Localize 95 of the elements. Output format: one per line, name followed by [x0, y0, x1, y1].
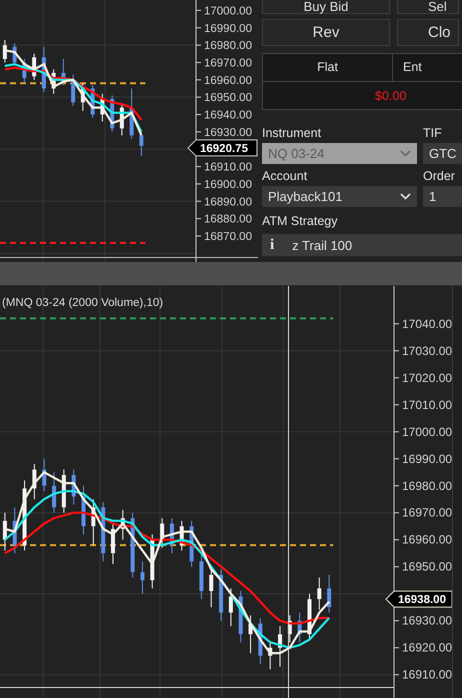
candlestick — [140, 560, 144, 594]
candlestick — [32, 53, 36, 80]
candlestick — [199, 552, 204, 600]
candlestick — [228, 588, 233, 627]
candlestick — [170, 518, 174, 554]
price-axis-label: 16960.00 — [204, 74, 252, 87]
price-axis-label: 17000.00 — [204, 5, 252, 18]
last-price-tag: 16938.00 — [385, 590, 452, 608]
candlestick — [268, 642, 272, 670]
candlestick — [22, 480, 27, 552]
candlestick — [317, 577, 322, 610]
candlestick — [62, 469, 66, 514]
price-axis-label: 17020.00 — [402, 370, 452, 385]
candlestick — [120, 104, 124, 136]
strategy-dropdown[interactable]: i z Trail 100 — [262, 234, 462, 256]
dropdown-field[interactable]: Playback101 — [262, 186, 417, 207]
price-axis-label: 16990.00 — [204, 22, 252, 35]
price-axis-label: 16910.00 — [402, 668, 452, 682]
price-axis-label: 16980.00 — [204, 40, 252, 52]
price-axis-label: 17040.00 — [402, 316, 452, 331]
price-axis-label: 16880.00 — [204, 214, 252, 226]
price-axis-label: 17000.00 — [402, 424, 452, 439]
price-axis-label: 16950.00 — [204, 92, 252, 104]
candlestick — [219, 568, 224, 622]
field-label: ATM Strategy — [262, 213, 338, 230]
price-axis-label: 16920.00 — [402, 640, 452, 655]
candlestick — [111, 523, 115, 565]
chevron-icon — [400, 193, 411, 200]
price-axis-label: 16940.00 — [204, 110, 252, 122]
candlestick — [278, 626, 282, 668]
input-field[interactable]: 1 — [423, 186, 462, 207]
candlestick — [150, 534, 154, 589]
price-axis-label: 17030.00 — [402, 344, 452, 358]
chevron-icon — [400, 150, 411, 157]
input-field[interactable]: GTC — [423, 143, 462, 164]
profit-loss-value: $0.00 — [375, 88, 406, 102]
candlestick — [90, 84, 95, 118]
candlestick — [248, 614, 253, 654]
candlestick — [120, 510, 125, 540]
candlestick — [238, 590, 243, 643]
candlestick — [101, 501, 106, 562]
candlestick — [130, 88, 134, 140]
candlestick — [80, 82, 85, 112]
candlestick — [130, 512, 135, 578]
candlestick — [42, 458, 46, 492]
price-axis-label: 16910.00 — [204, 162, 252, 174]
price-axis-label: 16980.00 — [402, 478, 452, 493]
candlestick — [2, 39, 7, 63]
price-axis-label: 16870.00 — [204, 230, 252, 243]
position-header: Flat — [263, 54, 393, 81]
candlestick — [298, 612, 302, 643]
order-button[interactable]: Buy Bid — [262, 0, 390, 14]
price-axis-label: 16930.00 — [402, 614, 452, 628]
candlestick — [327, 574, 332, 614]
last-price-tag: 16920.75 — [187, 139, 258, 156]
order-button[interactable]: Sel — [397, 0, 459, 14]
price-axis-label: 16900.00 — [204, 178, 252, 191]
candlestick — [258, 618, 262, 664]
chart-title: (MNQ 03-24 (2000 Volume),10) — [2, 297, 164, 309]
field-label: Account — [262, 168, 308, 185]
candlestick — [72, 469, 76, 506]
candlestick — [110, 94, 114, 132]
price-axis-label: 16960.00 — [402, 532, 452, 547]
candlestick — [32, 464, 36, 500]
order-button[interactable]: Clo — [397, 19, 459, 46]
splitter-bar[interactable] — [0, 262, 462, 286]
candlestick — [2, 512, 7, 552]
candlestick — [100, 93, 104, 122]
price-axis-label: 16930.00 — [204, 126, 252, 139]
candlestick — [12, 42, 17, 66]
price-axis-label: 16970.00 — [204, 57, 252, 70]
candlestick — [180, 520, 184, 552]
candlestick — [22, 58, 26, 84]
field-label: Order — [423, 168, 456, 185]
price-axis-label: 16950.00 — [402, 560, 452, 574]
candlestick — [91, 498, 96, 546]
candlestick — [82, 485, 86, 535]
candlestick — [52, 472, 56, 514]
candlestick — [52, 68, 56, 94]
candlestick — [42, 46, 46, 92]
candlestick — [71, 74, 76, 106]
price-axis-label: 16970.00 — [402, 506, 452, 520]
candlestick — [190, 520, 194, 568]
candlestick — [139, 131, 144, 157]
field-label: Instrument — [262, 125, 322, 142]
field-label: TIF — [423, 125, 443, 142]
price-axis-label: 17010.00 — [402, 398, 452, 412]
info-icon: i — [270, 236, 274, 254]
position-header: Ent — [402, 59, 423, 76]
order-button[interactable]: Rev — [262, 19, 390, 46]
candlestick — [12, 506, 17, 554]
candlestick — [61, 58, 66, 86]
price-axis-label: 16990.00 — [402, 452, 452, 466]
candlestick — [160, 518, 164, 548]
price-axis-label: 16890.00 — [204, 196, 252, 208]
